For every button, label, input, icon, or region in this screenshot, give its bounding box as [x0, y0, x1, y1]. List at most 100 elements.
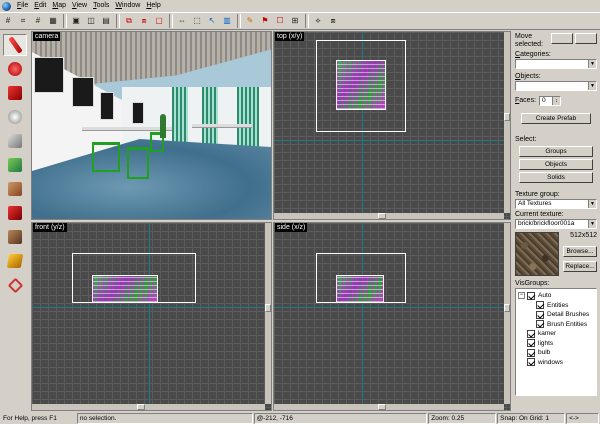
- visgroup-checkbox[interactable]: [536, 310, 544, 319]
- objects-dropdown[interactable]: ▼: [515, 81, 597, 91]
- block-tool-icon[interactable]: [3, 130, 27, 152]
- visgroups-tree[interactable]: − Auto Entities Detail Brushes Brush Enti…: [515, 288, 597, 396]
- camera-tool-icon[interactable]: [3, 82, 27, 104]
- visgroup-label: Detail Brushes: [547, 311, 590, 319]
- menu-edit[interactable]: Edit: [31, 1, 49, 11]
- ungroup-icon[interactable]: ▢: [153, 15, 165, 27]
- texture-lock-icon[interactable]: ▦: [47, 15, 59, 27]
- horizontal-scrollbar[interactable]: [274, 404, 504, 410]
- scale-icon[interactable]: ⇔: [176, 15, 188, 27]
- visgroup-checkbox[interactable]: [527, 348, 535, 357]
- vertex-tool-icon[interactable]: [3, 274, 27, 296]
- viewport-label-camera[interactable]: camera: [33, 32, 61, 41]
- stepper-arrows-icon[interactable]: ↕: [552, 97, 561, 105]
- viewport-label-side[interactable]: side (x/z): [275, 223, 308, 232]
- overlay-tool-icon[interactable]: [3, 226, 27, 248]
- texture-group-dropdown[interactable]: All Textures ▼: [515, 199, 597, 209]
- visgroup-row[interactable]: bulb: [518, 348, 594, 358]
- map-geometry[interactable]: [92, 275, 158, 303]
- tree-collapse-icon[interactable]: −: [518, 292, 525, 300]
- front-viewport[interactable]: front (y/z): [31, 222, 272, 411]
- group-icon[interactable]: ▤: [100, 15, 112, 27]
- replace-button[interactable]: Replace...: [563, 261, 597, 272]
- grid-small-icon[interactable]: ⌗: [17, 15, 29, 27]
- visgroup-label: bulb: [538, 349, 551, 357]
- viewport-label-front[interactable]: front (y/z): [33, 223, 67, 232]
- visgroup-row[interactable]: kamer: [518, 329, 594, 339]
- unhide-icon[interactable]: ⧈: [138, 15, 150, 27]
- hide-icon[interactable]: ⧉: [123, 15, 135, 27]
- menu-map[interactable]: Map: [49, 1, 69, 11]
- carve-icon[interactable]: ▣: [70, 15, 82, 27]
- poster: [100, 92, 114, 120]
- menu-file[interactable]: File: [14, 1, 31, 11]
- visgroup-checkbox[interactable]: [527, 339, 535, 348]
- browse-button[interactable]: Browse...: [563, 246, 597, 257]
- toolbar-divider: [169, 14, 173, 28]
- categories-dropdown[interactable]: ▼: [515, 59, 597, 69]
- grid-icon[interactable]: #: [2, 15, 14, 27]
- horizontal-scrollbar[interactable]: [32, 404, 265, 410]
- vertical-scrollbar[interactable]: [504, 223, 510, 404]
- move-right-button[interactable]: [575, 33, 597, 44]
- vertical-scrollbar[interactable]: [504, 32, 510, 213]
- visgroup-row[interactable]: Brush Entities: [518, 320, 594, 330]
- selection-tool-icon[interactable]: [3, 34, 27, 56]
- magnify-tool-icon[interactable]: [3, 58, 27, 80]
- visgroup-checkbox[interactable]: [527, 329, 535, 338]
- menu-tools[interactable]: Tools: [90, 1, 112, 11]
- vertex-icon[interactable]: ⊞: [289, 15, 301, 27]
- top-viewport[interactable]: top (x/y): [273, 31, 511, 220]
- visgroup-row[interactable]: lights: [518, 339, 594, 349]
- map-geometry[interactable]: [336, 275, 384, 303]
- menu-window[interactable]: Window: [112, 1, 143, 11]
- faces-stepper[interactable]: 0 ↕: [539, 96, 562, 106]
- visgroup-row[interactable]: Detail Brushes: [518, 310, 594, 320]
- clip-icon[interactable]: ☐: [274, 15, 286, 27]
- map-geometry[interactable]: [336, 60, 386, 110]
- main-toolbar: # ⌗ # ▦ ▣ ◫ ▤ ⧉ ⧈ ▢ ⇔ ⬚ ↖ ▥ ✎ ⚑ ☐ ⊞ ⟡ ⧈: [0, 12, 600, 30]
- select-objects-button[interactable]: Objects: [519, 159, 593, 170]
- visgroup-row[interactable]: windows: [518, 358, 594, 368]
- chevron-down-icon: ▼: [588, 60, 596, 68]
- viewport-label-top[interactable]: top (x/y): [275, 32, 305, 41]
- entity-icon[interactable]: ✎: [244, 15, 256, 27]
- create-prefab-button[interactable]: Create Prefab: [521, 113, 591, 124]
- grid-large-icon[interactable]: #: [32, 15, 44, 27]
- camera-viewport[interactable]: camera: [31, 31, 272, 220]
- run-map-icon[interactable]: ⚑: [259, 15, 271, 27]
- window: [172, 87, 188, 147]
- visgroup-label: kamer: [538, 330, 557, 338]
- visgroup-row[interactable]: − Auto: [518, 291, 594, 301]
- visgroup-row[interactable]: Entities: [518, 301, 594, 311]
- clipping-tool-icon[interactable]: [3, 250, 27, 272]
- horizontal-scrollbar[interactable]: [274, 213, 504, 219]
- chevron-down-icon: ▼: [588, 200, 596, 208]
- vertical-scrollbar[interactable]: [265, 223, 271, 404]
- decal-tool-icon[interactable]: [3, 202, 27, 224]
- apply-current-texture-icon[interactable]: [3, 178, 27, 200]
- select-box-icon[interactable]: ⬚: [191, 15, 203, 27]
- select-groups-button[interactable]: Groups: [519, 146, 593, 157]
- select-solids-button[interactable]: Solids: [519, 172, 593, 183]
- texture-application-icon[interactable]: [3, 154, 27, 176]
- entity-tool-icon[interactable]: [3, 106, 27, 128]
- texture-icon[interactable]: ▥: [221, 15, 233, 27]
- x-axis-line: [362, 223, 363, 404]
- toggle-helpers-icon[interactable]: ⟡: [312, 15, 324, 27]
- visgroup-checkbox[interactable]: [536, 301, 544, 310]
- texture-preview: [515, 232, 559, 276]
- visgroup-checkbox[interactable]: [527, 291, 535, 300]
- current-texture-dropdown[interactable]: brick/brickfloor001a ▼: [515, 219, 597, 229]
- side-viewport[interactable]: side (x/z): [273, 222, 511, 411]
- toggle-models-icon[interactable]: ⧈: [327, 15, 339, 27]
- categories-label: Categories:: [515, 51, 551, 58]
- move-left-button[interactable]: [551, 33, 573, 44]
- menu-view[interactable]: View: [69, 1, 90, 11]
- menu-help[interactable]: Help: [143, 1, 163, 11]
- visgroup-checkbox[interactable]: [536, 320, 544, 329]
- hollow-icon[interactable]: ◫: [85, 15, 97, 27]
- cursor-icon[interactable]: ↖: [206, 15, 218, 27]
- move-selected-label: Move selected:: [515, 33, 544, 48]
- visgroup-checkbox[interactable]: [527, 358, 535, 367]
